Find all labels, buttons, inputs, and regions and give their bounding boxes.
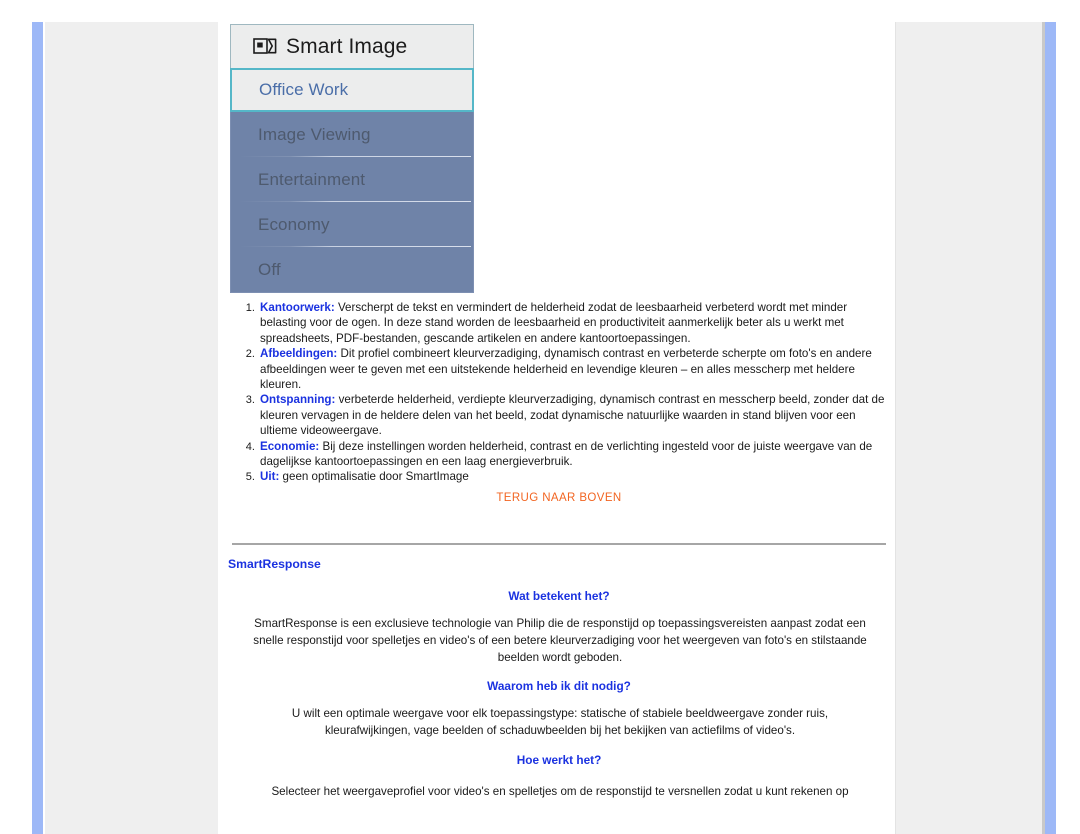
list-item: Kantoorwerk: Verscherpt de tekst en verm… — [258, 300, 892, 346]
heading-wat-betekent-het: Wat betekent het? — [508, 589, 610, 603]
page-root: Smart Image Office Work Image Viewing En… — [0, 0, 1080, 834]
list-item: Uit: geen optimalisatie door SmartImage — [258, 469, 892, 484]
smart-image-item-image-viewing[interactable]: Image Viewing — [231, 112, 473, 157]
paragraph-waarom-heb-ik-dit-nodig: U wilt een optimale weergave voor elk to… — [291, 707, 829, 737]
smart-image-header: Smart Image — [230, 24, 474, 68]
back-to-top-link[interactable]: TERUG NAAR BOVEN — [232, 492, 886, 504]
list-item-term: Ontspanning: — [260, 393, 336, 407]
right-blue-rail — [1042, 22, 1056, 834]
section-divider — [232, 543, 886, 545]
smart-image-item-entertainment[interactable]: Entertainment — [231, 157, 473, 202]
smart-image-option-list: Image Viewing Entertainment Economy Off — [230, 112, 474, 293]
list-item: Ontspanning: verbeterde helderheid, verd… — [258, 392, 892, 438]
smart-image-description-list: Kantoorwerk: Verscherpt de tekst en verm… — [232, 300, 892, 485]
heading-waarom-heb-ik-dit-nodig: Waarom heb ik dit nodig? — [487, 679, 631, 693]
list-item-text: verbeterde helderheid, verdiepte kleurve… — [260, 393, 885, 438]
list-item: Economie: Bij deze instellingen worden h… — [258, 439, 892, 470]
left-blue-rail — [32, 22, 45, 834]
heading-hoe-werkt-het: Hoe werkt het? — [516, 753, 602, 767]
list-item-text: Verscherpt de tekst en vermindert de hel… — [260, 301, 848, 345]
smart-image-item-label: Entertainment — [258, 169, 366, 189]
list-item-text: geen optimalisatie door SmartImage — [279, 470, 469, 484]
smart-image-item-economy[interactable]: Economy — [231, 202, 473, 247]
list-item-term: Afbeeldingen: — [260, 347, 338, 361]
smart-image-item-off[interactable]: Off — [231, 247, 473, 292]
smart-image-panel: Smart Image Office Work Image Viewing En… — [230, 24, 474, 293]
list-item: Afbeeldingen: Dit profiel combineert kle… — [258, 346, 892, 392]
smart-image-item-selected[interactable]: Office Work — [230, 68, 474, 112]
list-item-term: Economie: — [260, 439, 320, 453]
list-item-text: Bij deze instellingen worden helderheid,… — [260, 439, 873, 469]
paragraph-wat-betekent-het: SmartResponse is een exclusieve technolo… — [253, 617, 867, 664]
smart-image-item-label: Image Viewing — [258, 124, 371, 144]
list-item-term: Uit: — [260, 470, 280, 484]
list-item-term: Kantoorwerk: — [260, 301, 335, 314]
smart-image-item-label: Off — [258, 259, 281, 279]
smart-image-selected-label: Office Work — [259, 80, 349, 99]
smartresponse-section-title: SmartResponse — [228, 557, 321, 571]
smart-image-icon — [253, 38, 277, 54]
list-item-text: Dit profiel combineert kleurverzadiging,… — [260, 347, 872, 392]
smart-image-item-label: Economy — [258, 214, 330, 234]
paragraph-hoe-werkt-het: Selecteer het weergaveprofiel voor video… — [271, 785, 849, 798]
smart-image-title: Smart Image — [286, 34, 408, 58]
